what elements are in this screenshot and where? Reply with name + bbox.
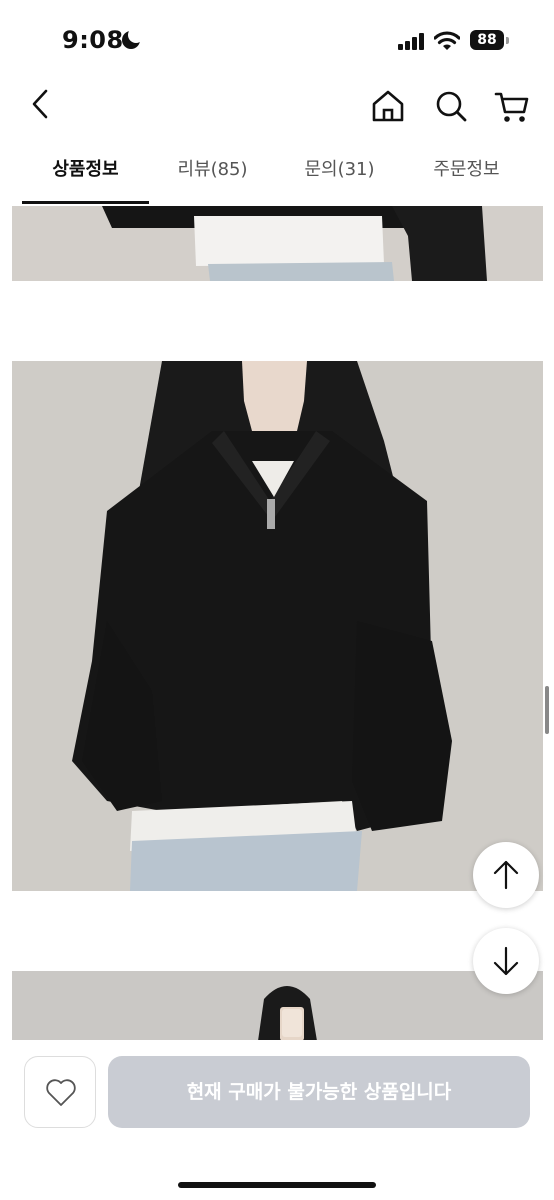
moon-icon: [122, 27, 144, 49]
tab-inquiries[interactable]: 문의(31): [276, 140, 403, 206]
tab-reviews[interactable]: 리뷰(85): [149, 140, 276, 206]
signal-icon: [398, 32, 426, 50]
heart-icon: [46, 1079, 76, 1106]
cart-icon[interactable]: [492, 86, 532, 126]
product-photo-1: [12, 206, 543, 281]
purchase-button-disabled: 현재 구매가 불가능한 상품입니다: [108, 1056, 530, 1128]
scroll-indicator[interactable]: [545, 686, 549, 734]
wishlist-button[interactable]: [24, 1056, 96, 1128]
back-chevron-icon[interactable]: [24, 84, 58, 124]
search-icon[interactable]: [431, 86, 471, 126]
arrow-down-icon: [493, 946, 519, 976]
tab-order-info[interactable]: 주문정보: [403, 140, 530, 206]
purchase-bar: 현재 구매가 불가능한 상품입니다: [0, 1040, 554, 1200]
product-tabs: 상품정보 리뷰(85) 문의(31) 주문정보: [0, 140, 554, 206]
home-icon[interactable]: [368, 86, 408, 126]
wifi-icon: [434, 31, 460, 50]
scroll-bottom-button[interactable]: [473, 928, 539, 994]
arrow-up-icon: [493, 860, 519, 890]
battery-tip: [506, 37, 509, 44]
tab-product-info[interactable]: 상품정보: [22, 140, 149, 206]
home-indicator: [178, 1182, 376, 1188]
status-time: 9:08: [62, 26, 124, 54]
scroll-top-button[interactable]: [473, 842, 539, 908]
product-photo-2: [12, 361, 543, 891]
product-photo-3: [12, 971, 543, 1041]
status-bar: 9:08 88: [0, 0, 554, 80]
battery-icon: 88: [470, 30, 504, 50]
